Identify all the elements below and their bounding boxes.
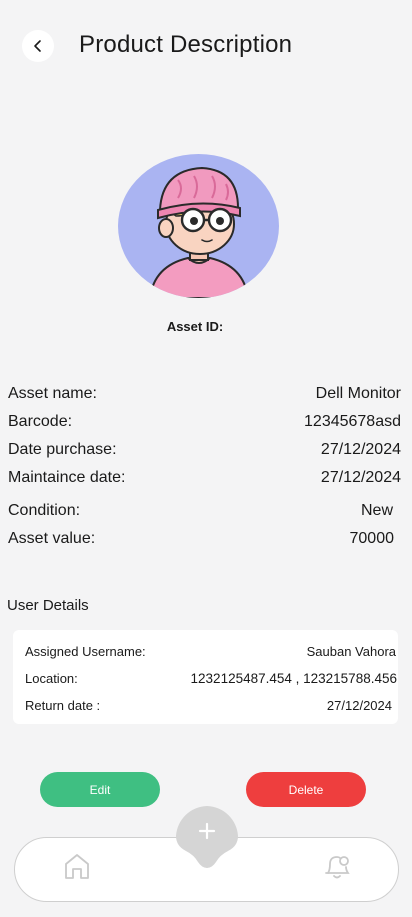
- delete-button[interactable]: Delete: [246, 772, 366, 807]
- add-button[interactable]: [174, 806, 240, 868]
- card-value: 1232125487.454 , 123215788.456: [190, 671, 397, 686]
- chevron-left-icon: [34, 40, 41, 52]
- detail-label: Date purchase:: [8, 441, 117, 458]
- detail-row-date-purchase: Date purchase: 27/12/2024: [8, 441, 401, 459]
- card-value: Sauban Vahora: [306, 644, 396, 659]
- user-details-card: Assigned Username: Sauban Vahora Locatio…: [13, 630, 398, 724]
- detail-label: Condition:: [8, 502, 81, 519]
- detail-row-asset-value: Asset value: 70000: [8, 530, 394, 548]
- bell-icon[interactable]: [321, 850, 353, 882]
- header: Product Description: [0, 0, 412, 92]
- cartoon-avatar-image: [148, 166, 250, 298]
- card-label: Assigned Username:: [25, 644, 146, 659]
- detail-value: 70000: [349, 530, 395, 547]
- card-label: Location:: [25, 671, 78, 686]
- asset-id-label: Asset ID:: [166, 319, 224, 334]
- user-details-heading: User Details: [7, 597, 89, 614]
- card-row-location: Location: 1232125487.454 , 123215788.456: [25, 671, 397, 686]
- card-row-assigned-username: Assigned Username: Sauban Vahora: [25, 644, 396, 659]
- back-button[interactable]: [22, 30, 54, 62]
- detail-label: Asset name:: [8, 385, 97, 402]
- detail-value: 27/12/2024: [320, 469, 401, 486]
- card-row-return-date: Return date : 27/12/2024: [25, 698, 392, 713]
- edit-button[interactable]: Edit: [40, 772, 160, 807]
- detail-row-barcode: Barcode: 12345678asd: [8, 413, 401, 431]
- detail-label: Maintaince date:: [8, 469, 126, 486]
- card-label: Return date :: [25, 698, 101, 713]
- detail-value: 12345678asd: [304, 413, 401, 430]
- detail-label: Barcode:: [8, 413, 73, 430]
- detail-row-condition: Condition: New: [8, 502, 393, 520]
- detail-row-maintaince-date: Maintaince date: 27/12/2024: [8, 469, 401, 487]
- asset-avatar: [118, 154, 279, 298]
- detail-value: New: [360, 502, 393, 519]
- card-value: 27/12/2024: [326, 698, 392, 713]
- home-icon[interactable]: [62, 851, 92, 881]
- detail-value: 27/12/2024: [320, 441, 401, 458]
- detail-value: Dell Monitor: [315, 385, 401, 402]
- page-title: Product Description: [79, 31, 293, 58]
- detail-label: Asset value:: [8, 530, 96, 547]
- detail-row-asset-name: Asset name: Dell Monitor: [8, 385, 401, 403]
